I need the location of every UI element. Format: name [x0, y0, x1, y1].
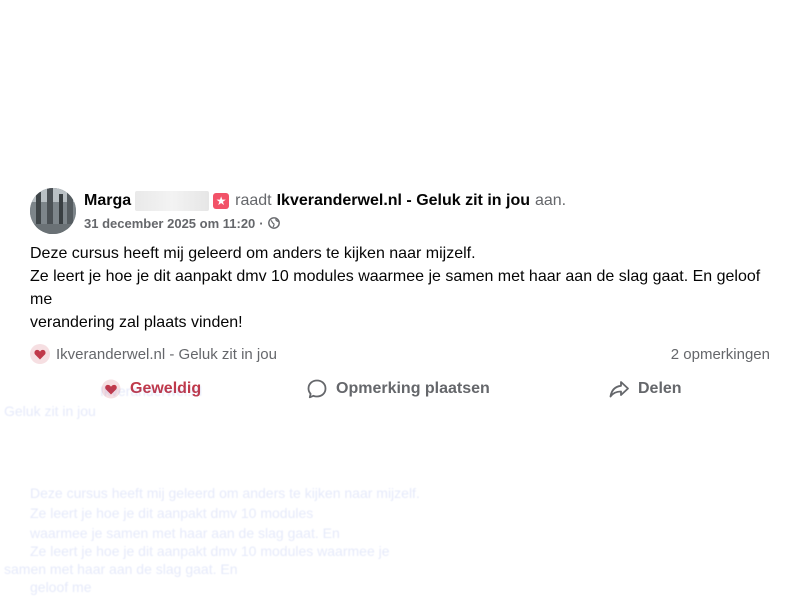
- ghost-text-line: Deze cursus heeft mij geleerd om anders …: [30, 485, 420, 501]
- meta-separator: ·: [259, 215, 264, 231]
- recommendation-post: Marga ★ raadt Ikveranderwel.nl - Geluk z…: [0, 0, 800, 600]
- post-stats: Ikveranderwel.nl - Geluk zit in jou 2 op…: [30, 342, 770, 366]
- ghost-text-line: samen met haar aan de slag gaat. En: [4, 561, 238, 577]
- globe-icon[interactable]: [267, 217, 280, 229]
- avatar[interactable]: [30, 188, 76, 234]
- share-label: Delen: [638, 380, 682, 397]
- reaction-page-name: Ikveranderwel.nl - Geluk zit in jou: [56, 345, 277, 363]
- ghost-text-line: waarmee je samen met haar aan de slag ga…: [30, 525, 340, 541]
- ghost-text-line: Ze leert je hoe je dit aanpakt dmv 10 mo…: [30, 505, 314, 521]
- post-text-line: Ze leert je hoe je dit aanpakt dmv 10 mo…: [30, 268, 761, 308]
- post-text-line: verandering zal plaats vinden!: [30, 314, 243, 331]
- post-text-line: Deze cursus heeft mij geleerd om anders …: [30, 245, 476, 262]
- faded-background-overlay: Ikveranderwel.nl Geluk zit in jou Deze c…: [0, 380, 420, 600]
- ghost-text-line: Ze leert je hoe je dit aanpakt dmv 10 mo…: [30, 543, 390, 559]
- recommend-star-icon: ★: [213, 193, 230, 209]
- reaction-summary[interactable]: Ikveranderwel.nl - Geluk zit in jou: [30, 344, 277, 364]
- post-header: Marga ★ raadt Ikveranderwel.nl - Geluk z…: [84, 190, 566, 212]
- avatar-image: [30, 188, 76, 234]
- share-button[interactable]: Delen: [608, 374, 682, 404]
- post-timestamp[interactable]: 31 december 2025 om 11:20: [84, 216, 255, 231]
- page-link[interactable]: Ikveranderwel.nl - Geluk zit in jou: [277, 192, 530, 210]
- ghost-text-line: Geluk zit in jou: [4, 403, 96, 419]
- recommends-verb: raadt: [235, 192, 272, 209]
- ghost-text-line: geloof me: [30, 579, 92, 595]
- ghost-text-line: Ikveranderwel.nl: [100, 383, 202, 399]
- post-meta: 31 december 2025 om 11:20 ·: [84, 214, 280, 232]
- author-name[interactable]: Marga: [84, 192, 131, 210]
- share-arrow-icon: [608, 378, 630, 400]
- heart-icon: [30, 344, 50, 364]
- comments-count[interactable]: 2 opmerkingen: [671, 346, 770, 363]
- redacted-surname: [135, 191, 210, 211]
- post-text: Deze cursus heeft mij geleerd om anders …: [30, 242, 770, 334]
- recommends-suffix: aan.: [534, 192, 567, 209]
